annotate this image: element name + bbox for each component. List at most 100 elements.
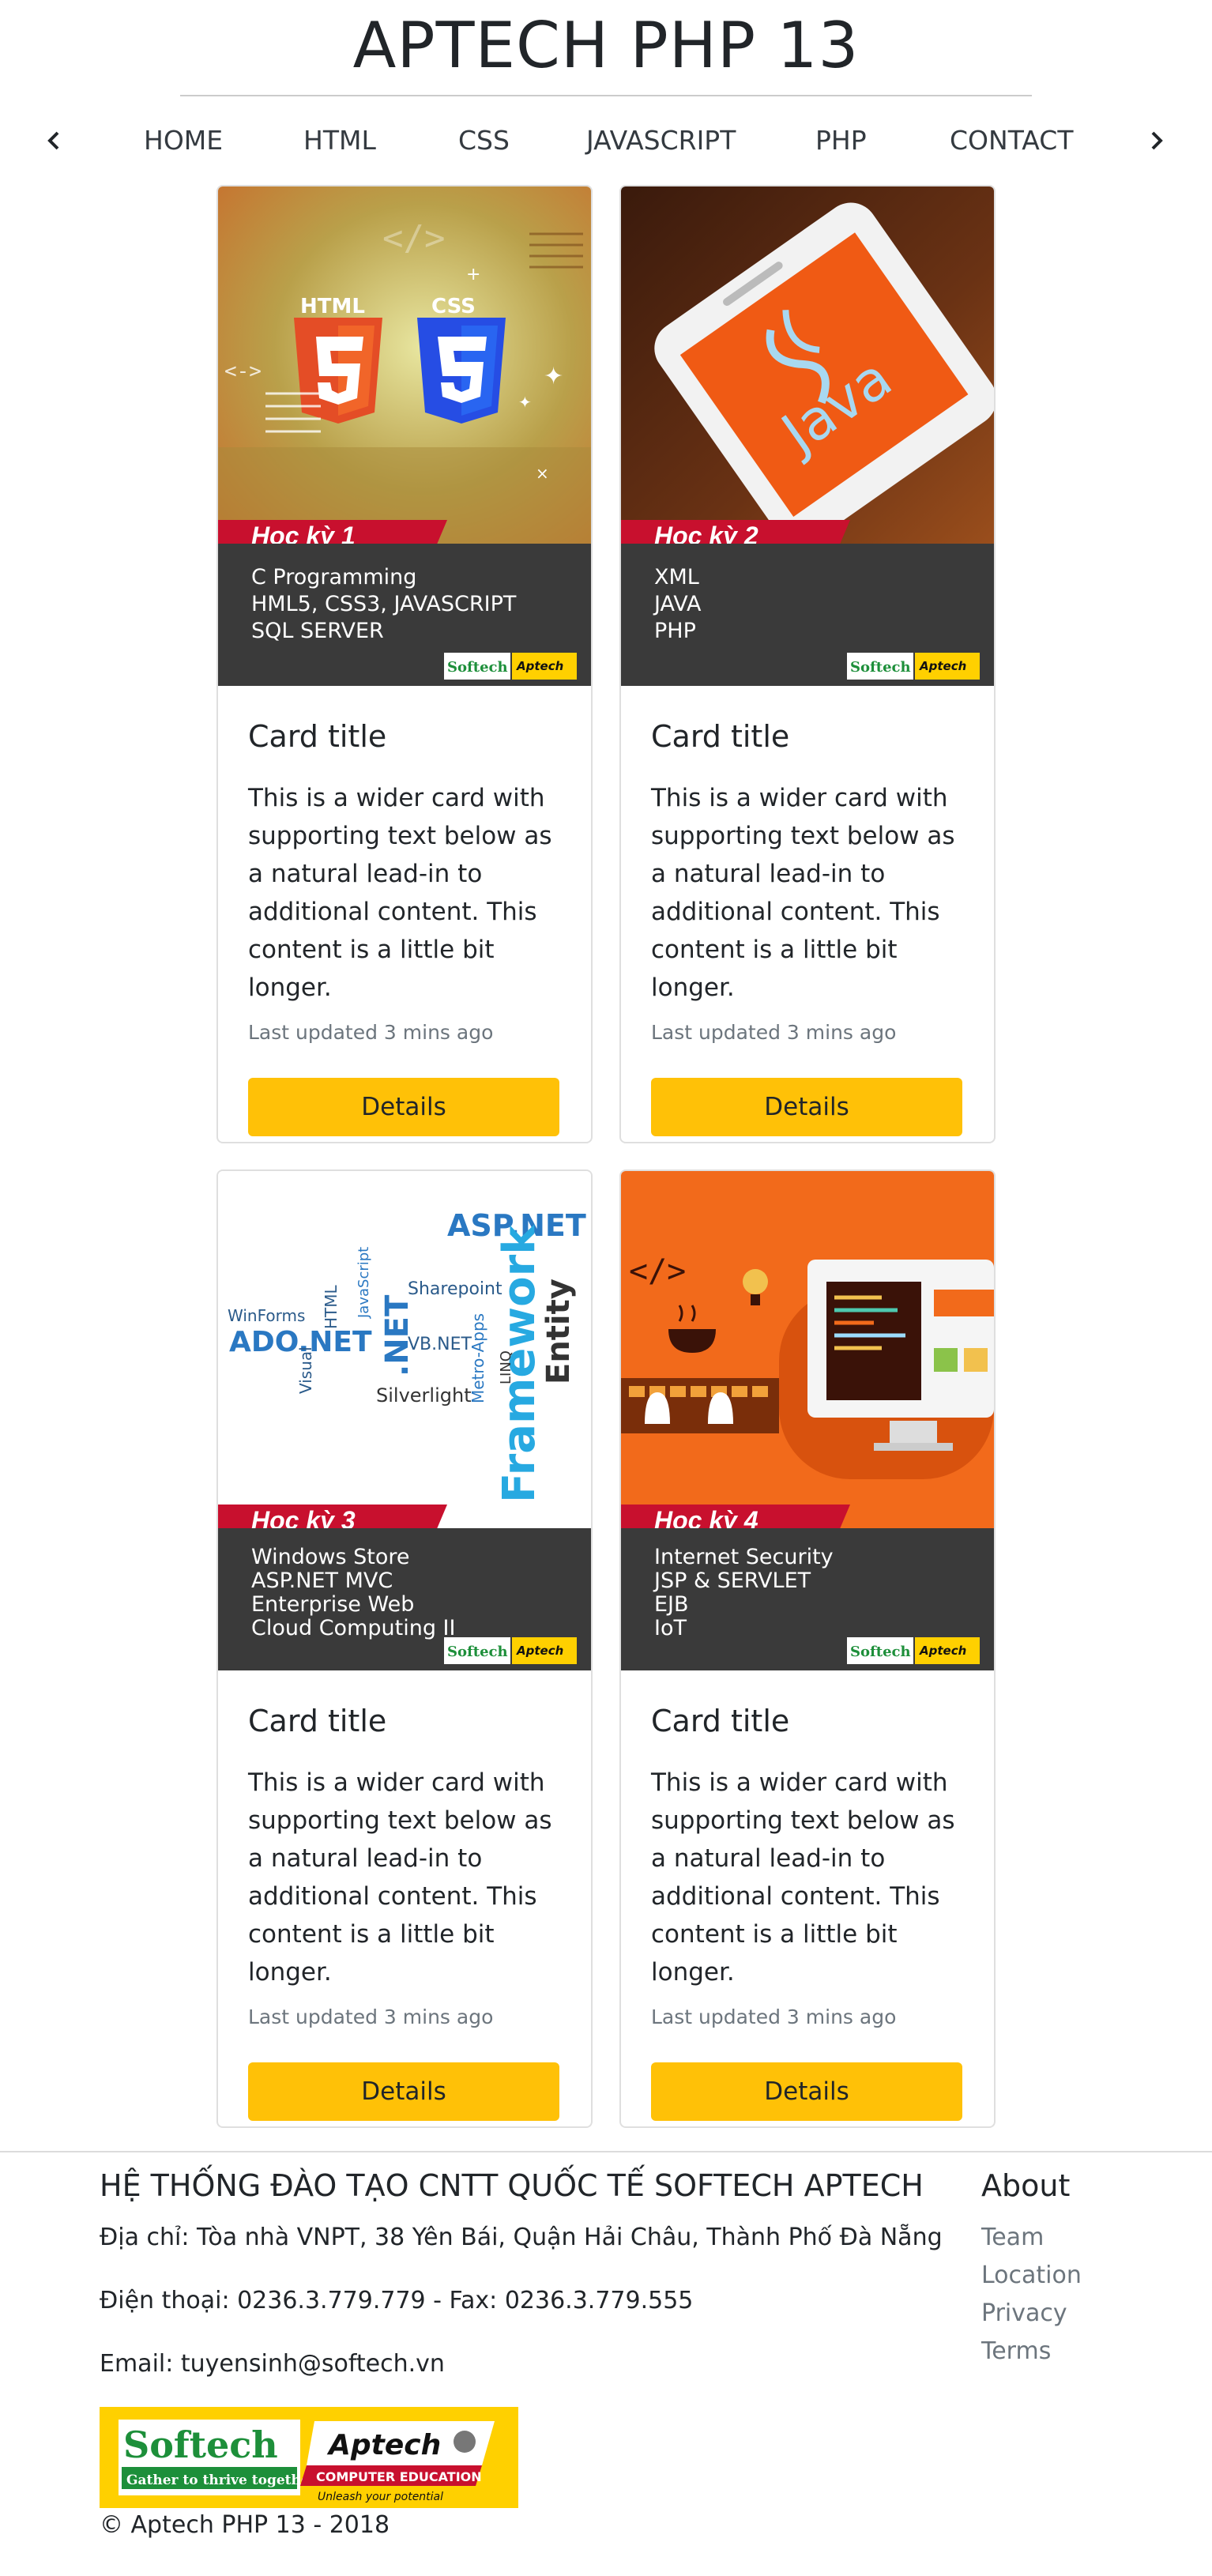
svg-text:WinForms: WinForms <box>228 1306 305 1325</box>
softech-aptech-footer-logo: Softech Gather to thrive together Aptech… <box>100 2407 518 2508</box>
logo-softech-text: Softech <box>447 1644 508 1660</box>
dotnet-wordcloud-illustration: ASP.NET WinForms ADO.NET Sharepoint VB.N… <box>218 1171 591 1528</box>
subject-item: EJB <box>654 1592 689 1617</box>
nav-item-contact[interactable]: CONTACT <box>950 115 1074 166</box>
chevron-left-icon[interactable] <box>38 115 70 166</box>
subject-item: Internet Security <box>654 1545 834 1569</box>
nav-item-javascript[interactable]: JAVASCRIPT <box>586 115 736 166</box>
chevron-right-icon[interactable] <box>1141 115 1172 166</box>
site-title: APTECH PHP 13 <box>352 9 860 82</box>
softech-aptech-logo: Softech Aptech <box>444 653 577 680</box>
card-text: This is a wider card with supporting tex… <box>651 784 955 1002</box>
copyright: © Aptech PHP 13 - 2018 <box>100 2511 390 2539</box>
subject-list: XML JAVA PHP <box>654 564 701 645</box>
card-text: This is a wider card with supporting tex… <box>248 784 552 1002</box>
course-card: HTML CSS </> <-> ✦ ✦ × + Học kỳ 1 C Prog… <box>216 185 593 1143</box>
subject-item: C Programming <box>251 565 417 589</box>
subject-item: PHP <box>654 619 696 643</box>
logo-softech-text: Softech <box>850 659 911 676</box>
svg-text:</>: </> <box>382 218 445 258</box>
subject-list: Internet Security JSP & SERVLET EJB IoT <box>654 1546 834 1640</box>
logo-aptech-text: Aptech <box>516 659 563 673</box>
about-link-location[interactable]: Location <box>981 2262 1082 2289</box>
svg-text:Entity: Entity <box>540 1279 577 1384</box>
logo-softech-text: Softech <box>850 1644 911 1660</box>
card-text: This is a wider card with supporting tex… <box>248 1768 552 1987</box>
subject-item: IoT <box>654 1616 687 1640</box>
about-link-privacy[interactable]: Privacy <box>981 2299 1067 2327</box>
course-card: Java Học kỳ 2 XML JAVA PHP Softech Aptec… <box>619 185 996 1143</box>
svg-text:Silverlight: Silverlight <box>376 1384 472 1407</box>
card-title: Card title <box>248 719 387 754</box>
details-button[interactable]: Details <box>248 2062 559 2121</box>
last-updated: Last updated 3 mins ago <box>651 1021 897 1044</box>
subject-item: JAVA <box>654 592 702 616</box>
softech-aptech-logo: Softech Aptech <box>444 1637 577 1664</box>
details-button[interactable]: Details <box>651 2062 962 2121</box>
logo-softech-tagline: Gather to thrive together <box>126 2472 318 2488</box>
about-link-terms[interactable]: Terms <box>981 2337 1051 2365</box>
nav-item-php[interactable]: PHP <box>815 115 867 166</box>
developer-desk-illustration: </> <box>621 1171 994 1528</box>
footer-email: Email: tuyensinh@softech.vn <box>100 2350 445 2378</box>
subject-item: Enterprise Web <box>251 1592 415 1617</box>
subject-list: Windows Store ASP.NET MVC Enterprise Web… <box>251 1546 455 1640</box>
subject-item: SQL SERVER <box>251 619 384 643</box>
softech-aptech-logo: Softech Aptech <box>847 653 980 680</box>
java-phone-illustration: Java <box>621 186 994 544</box>
course-card: ASP.NET WinForms ADO.NET Sharepoint VB.N… <box>216 1169 593 2128</box>
subject-item: XML <box>654 565 699 589</box>
svg-text:CSS: CSS <box>431 295 476 318</box>
svg-text:HTML: HTML <box>300 295 365 318</box>
footer-address: Địa chỉ: Tòa nhà VNPT, 38 Yên Bái, Quận … <box>100 2224 943 2251</box>
footer-heading: HỆ THỐNG ĐÀO TẠO CNTT QUỐC TẾ SOFTECH AP… <box>100 2168 924 2203</box>
nav-item-css[interactable]: CSS <box>458 115 510 166</box>
logo-softech-text: Softech <box>123 2423 278 2466</box>
svg-text:×: × <box>536 464 549 483</box>
footer-phone: Điện thoại: 0236.3.779.779 - Fax: 0236.3… <box>100 2287 694 2314</box>
card-image: HTML CSS </> <-> ✦ ✦ × + Học kỳ 1 C Prog… <box>218 186 591 686</box>
svg-text:Sharepoint: Sharepoint <box>408 1279 502 1299</box>
last-updated: Last updated 3 mins ago <box>651 2005 897 2028</box>
last-updated: Last updated 3 mins ago <box>248 1021 494 1044</box>
logo-aptech-sub: COMPUTER EDUCATION <box>316 2469 482 2484</box>
svg-text:.NET: .NET <box>379 1294 416 1377</box>
logo-softech-text: Softech <box>447 659 508 676</box>
card-title: Card title <box>651 719 790 754</box>
details-button[interactable]: Details <box>248 1078 559 1136</box>
svg-text:+: + <box>466 265 480 284</box>
svg-text:LINQ: LINQ <box>498 1350 514 1384</box>
logo-aptech-text: Aptech <box>516 1644 563 1658</box>
course-card: </> Học kỳ 4 Internet Security JSP & SER… <box>619 1169 996 2128</box>
svg-text:✦: ✦ <box>518 393 532 412</box>
svg-text:HTML: HTML <box>322 1284 341 1329</box>
subject-item: JSP & SERVLET <box>654 1569 811 1593</box>
nav-item-home[interactable]: HOME <box>144 115 223 166</box>
details-button[interactable]: Details <box>651 1078 962 1136</box>
nav-item-html[interactable]: HTML <box>303 115 376 166</box>
logo-aptech-text: Aptech <box>326 2429 441 2461</box>
about-heading: About <box>981 2168 1071 2203</box>
svg-text:Visual: Visual <box>296 1346 315 1394</box>
svg-text:</>: </> <box>629 1253 686 1290</box>
title-divider <box>180 95 1032 96</box>
footer-divider <box>0 2151 1212 2152</box>
about-link-team[interactable]: Team <box>981 2224 1044 2251</box>
logo-aptech-text: Aptech <box>919 1644 966 1658</box>
last-updated: Last updated 3 mins ago <box>248 2005 494 2028</box>
subject-item: Windows Store <box>251 1545 410 1569</box>
svg-text:VB.NET: VB.NET <box>408 1335 472 1354</box>
main-nav: HOME HTML CSS JAVASCRIPT PHP CONTACT <box>0 115 1212 166</box>
card-image: </> Học kỳ 4 Internet Security JSP & SER… <box>621 1171 994 1670</box>
card-title: Card title <box>651 1704 790 1738</box>
subject-item: ASP.NET MVC <box>251 1569 393 1593</box>
svg-text:✦: ✦ <box>544 363 563 390</box>
svg-text:JavaScript: JavaScript <box>356 1247 372 1319</box>
card-image: Java Học kỳ 2 XML JAVA PHP Softech Aptec… <box>621 186 994 686</box>
card-text: This is a wider card with supporting tex… <box>651 1768 955 1987</box>
softech-aptech-logo: Softech Aptech <box>847 1637 980 1664</box>
card-image: ASP.NET WinForms ADO.NET Sharepoint VB.N… <box>218 1171 591 1670</box>
svg-text:Metro-Apps: Metro-Apps <box>469 1313 487 1403</box>
card-title: Card title <box>248 1704 387 1738</box>
subject-item: Cloud Computing II <box>251 1616 456 1640</box>
